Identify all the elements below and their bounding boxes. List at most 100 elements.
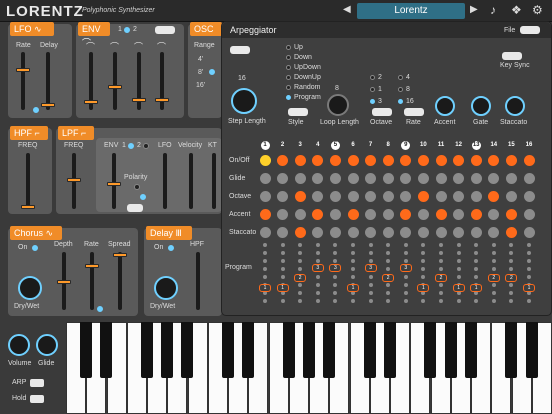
program-dot[interactable] [298, 251, 303, 255]
step-cell[interactable] [259, 155, 271, 166]
program-dot[interactable] [527, 267, 531, 271]
step-cell[interactable] [277, 191, 289, 202]
program-dot[interactable] [315, 283, 320, 287]
glide-knob[interactable] [36, 334, 58, 356]
accent-knob[interactable] [435, 96, 455, 116]
black-key[interactable] [282, 322, 295, 378]
style-option-down[interactable]: Down [286, 54, 312, 61]
step-cell[interactable] [505, 209, 517, 220]
program-dot[interactable] [386, 251, 391, 255]
step-cell[interactable] [435, 227, 447, 238]
program-dot[interactable] [403, 259, 408, 263]
program-step-marker[interactable]: 1 [452, 284, 465, 292]
program-dot[interactable] [351, 259, 355, 263]
program-dot[interactable] [491, 243, 496, 247]
step-cell[interactable] [505, 155, 517, 166]
step-cell[interactable] [347, 209, 359, 220]
key-sync-switch[interactable] [502, 52, 522, 60]
step-cell[interactable] [312, 209, 324, 220]
step-cell[interactable] [523, 191, 535, 202]
step-cell[interactable] [277, 155, 289, 166]
program-dot[interactable] [368, 275, 373, 279]
program-dot[interactable] [351, 243, 355, 247]
program-dot[interactable] [298, 283, 303, 287]
program-dot[interactable] [421, 275, 426, 279]
lpf-lfo-slider[interactable] [163, 153, 167, 209]
step-cell[interactable] [347, 173, 359, 184]
program-dot[interactable] [333, 251, 338, 255]
step-cell[interactable] [259, 173, 271, 184]
style-option-downup[interactable]: DownUp [286, 74, 321, 81]
program-dot[interactable] [315, 299, 320, 303]
program-step-marker[interactable]: 2 [294, 274, 307, 282]
program-dot[interactable] [386, 243, 391, 247]
volume-knob[interactable] [8, 334, 30, 356]
program-dot[interactable] [368, 283, 373, 287]
program-dot[interactable] [280, 251, 285, 255]
step-cell[interactable] [312, 191, 324, 202]
program-dot[interactable] [280, 259, 285, 263]
program-dot[interactable] [351, 299, 355, 303]
program-dot[interactable] [333, 283, 338, 287]
program-step-marker[interactable]: 3 [311, 264, 324, 272]
osc-range-8-led[interactable] [209, 69, 215, 75]
arp-power-switch[interactable] [230, 46, 250, 54]
program-dot[interactable] [403, 251, 408, 255]
hpf-freq-slider[interactable] [26, 153, 30, 209]
next-preset-button[interactable]: ▶ [470, 4, 478, 15]
black-key[interactable] [161, 322, 173, 378]
step-length-knob[interactable] [231, 88, 257, 114]
program-dot[interactable] [333, 299, 338, 303]
hold-toggle[interactable] [30, 395, 44, 403]
chorus-drywet-knob[interactable] [18, 276, 42, 300]
program-dot[interactable] [474, 267, 479, 271]
program-dot[interactable] [298, 267, 303, 271]
lpf-velocity-slider[interactable] [189, 153, 193, 209]
step-cell[interactable] [505, 227, 517, 238]
black-key[interactable] [140, 322, 153, 378]
program-dot[interactable] [491, 267, 496, 271]
program-dot[interactable] [263, 275, 267, 279]
lpf-env-1-led[interactable] [128, 143, 134, 149]
program-dot[interactable] [403, 299, 408, 303]
program-dot[interactable] [421, 251, 426, 255]
program-step-marker[interactable]: 2 [487, 274, 500, 282]
octave-option-2[interactable]: 2 [370, 74, 382, 81]
step-cell[interactable] [523, 155, 535, 166]
program-dot[interactable] [386, 283, 391, 287]
step-cell[interactable] [523, 209, 535, 220]
program-dot[interactable] [456, 299, 461, 303]
step-cell[interactable] [277, 173, 289, 184]
delay-on-led[interactable] [168, 245, 174, 251]
step-cell[interactable] [453, 227, 465, 238]
program-dot[interactable] [439, 259, 443, 263]
step-cell[interactable] [329, 191, 341, 202]
step-cell[interactable] [365, 227, 377, 238]
style-option-program[interactable]: Program [286, 94, 321, 101]
step-cell[interactable] [259, 227, 271, 238]
program-dot[interactable] [509, 251, 514, 255]
style-option-updown[interactable]: UpDown [286, 64, 321, 71]
program-dot[interactable] [491, 251, 496, 255]
program-dot[interactable] [509, 259, 514, 263]
program-dot[interactable] [368, 251, 373, 255]
program-dot[interactable] [474, 299, 479, 303]
arp-toggle[interactable] [30, 379, 44, 387]
step-cell[interactable] [400, 155, 412, 166]
step-cell[interactable] [294, 155, 306, 166]
preset-name[interactable]: Lorentz [357, 3, 465, 19]
step-cell[interactable] [277, 227, 289, 238]
step-cell[interactable] [488, 155, 500, 166]
polarity-negative-led[interactable] [140, 194, 146, 200]
program-step-marker[interactable]: 1 [523, 284, 535, 292]
lpf-env-amount-thumb[interactable] [107, 182, 121, 186]
program-dot[interactable] [527, 275, 531, 279]
step-cell[interactable] [470, 155, 482, 166]
style-button[interactable] [288, 108, 308, 116]
program-dot[interactable] [351, 251, 355, 255]
step-cell[interactable] [435, 191, 447, 202]
program-dot[interactable] [474, 275, 479, 279]
step-cell[interactable] [523, 173, 535, 184]
lpf-env-amount-slider[interactable] [112, 153, 116, 209]
hpf-freq-thumb[interactable] [21, 205, 35, 209]
